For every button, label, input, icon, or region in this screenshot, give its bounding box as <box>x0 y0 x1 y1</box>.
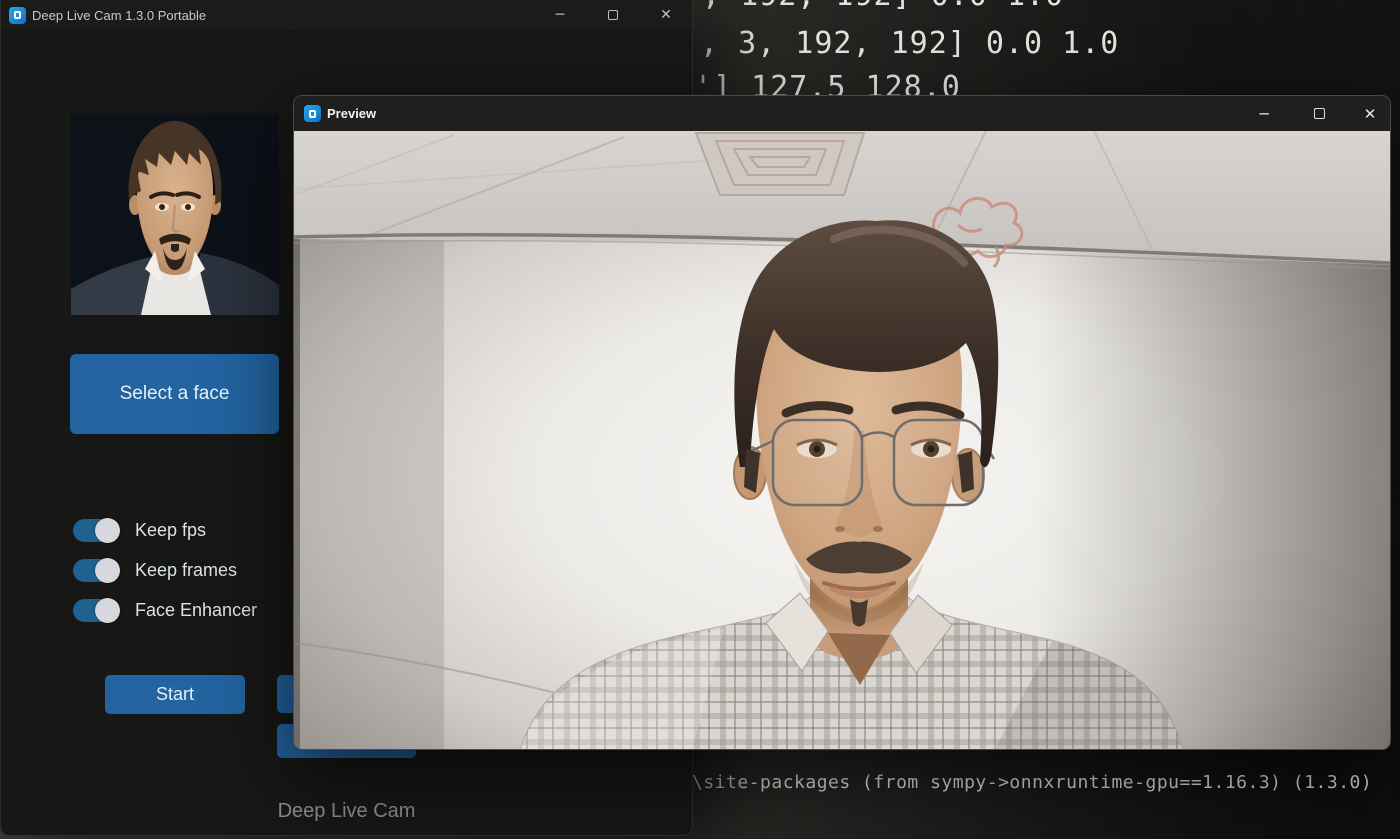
preview-window: Preview ─ ✕ <box>293 95 1391 750</box>
keep-frames-label: Keep frames <box>135 560 237 581</box>
footer-app-name: Deep Live Cam <box>1 800 692 823</box>
preview-window-title: Preview <box>327 106 376 121</box>
webcam-scene <box>294 131 1391 750</box>
app-logo-icon <box>9 7 26 24</box>
face-enhancer-label: Face Enhancer <box>135 600 257 621</box>
terminal-line-clipped: , 192, 192] 0.0 1.0 <box>702 0 1064 13</box>
preview-minimize-button[interactable]: ─ <box>1241 96 1287 131</box>
preview-titlebar[interactable]: Preview <box>294 96 1390 131</box>
terminal-line-packages: \site-packages (from sympy->onnxruntime-… <box>692 772 1372 793</box>
desktop: { "terminal": { "line_clipped_top": ", 1… <box>0 0 1400 839</box>
face-enhancer-toggle[interactable] <box>73 599 119 622</box>
toggle-knob <box>95 518 120 543</box>
keep-fps-switch-row: Keep fps <box>73 517 206 543</box>
minimize-button[interactable]: ─ <box>544 0 576 30</box>
toggle-knob <box>95 558 120 583</box>
main-titlebar[interactable]: Deep Live Cam 1.3.0 Portable <box>1 0 692 30</box>
close-button[interactable]: ✕ <box>650 0 682 30</box>
app-logo-icon <box>304 105 321 122</box>
source-face-portrait <box>71 113 279 315</box>
preview-close-button[interactable]: ✕ <box>1347 96 1391 131</box>
face-enhancer-switch-row: Face Enhancer <box>73 597 257 623</box>
keep-frames-toggle[interactable] <box>73 559 119 582</box>
keep-fps-label: Keep fps <box>135 520 206 541</box>
select-face-button[interactable]: Select a face <box>70 354 279 434</box>
maximize-icon <box>608 10 618 20</box>
preview-maximize-button[interactable] <box>1296 96 1342 131</box>
ceiling-vent <box>696 133 864 195</box>
toggle-knob <box>95 598 120 623</box>
webcam-feed <box>294 131 1391 750</box>
maximize-button[interactable] <box>597 0 629 30</box>
terminal-line-shape: , 3, 192, 192] 0.0 1.0 <box>700 26 1119 61</box>
start-button[interactable]: Start <box>105 675 245 714</box>
source-face-image <box>71 113 279 315</box>
keep-frames-switch-row: Keep frames <box>73 557 237 583</box>
maximize-icon <box>1314 108 1325 119</box>
keep-fps-toggle[interactable] <box>73 519 119 542</box>
main-window-title: Deep Live Cam 1.3.0 Portable <box>32 8 206 23</box>
